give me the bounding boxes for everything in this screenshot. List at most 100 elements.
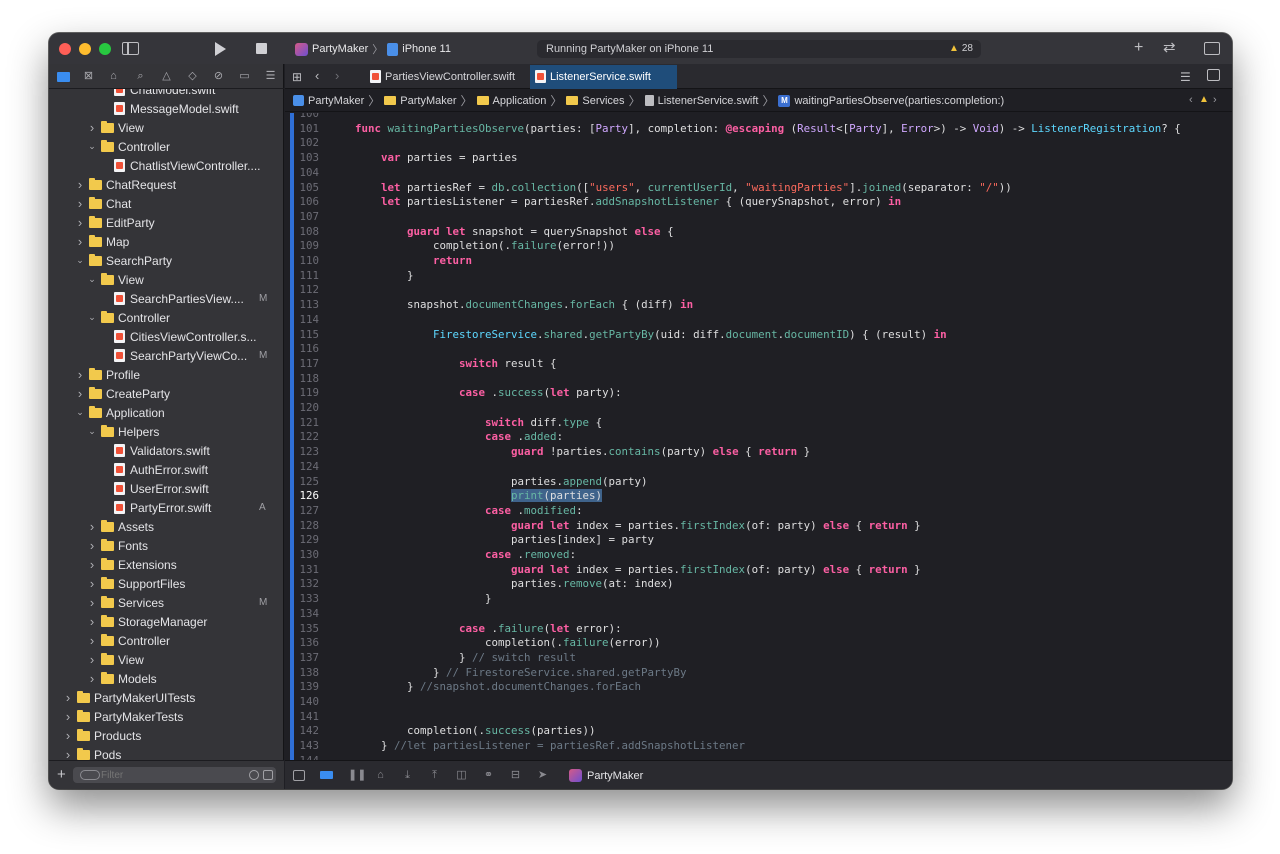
code-line[interactable]: 135 case .failure(let error): (285, 621, 1232, 636)
source-control-filter-icon[interactable] (263, 770, 273, 780)
code-review-icon[interactable]: ⇄ (1163, 40, 1176, 55)
inspector-toggle-icon[interactable] (1204, 42, 1220, 55)
code-line[interactable]: 143 } //let partiesListener = partiesRef… (285, 738, 1232, 753)
code-line[interactable]: 115 FirestoreService.shared.getPartyBy(u… (285, 327, 1232, 342)
scheme-selector[interactable]: PartyMaker 〉 iPhone 11 (295, 41, 451, 57)
source-control-tab-icon[interactable]: ⊠ (82, 70, 95, 83)
next-issue-icon[interactable]: › (1213, 94, 1217, 106)
code-line[interactable]: 107 (285, 209, 1232, 224)
tree-folder-row[interactable]: › Services M (49, 593, 284, 612)
project-navigator-tab-icon[interactable] (57, 72, 70, 82)
tree-file-row[interactable]: SearchPartiesView.... M (49, 289, 284, 308)
tree-folder-row[interactable]: › EditParty (49, 213, 284, 232)
code-line[interactable]: 106 let partiesListener = partiesRef.add… (285, 194, 1232, 209)
breadcrumb-file[interactable]: ListenerService.swift (644, 95, 758, 107)
tree-folder-row[interactable]: › Fonts (49, 536, 284, 555)
tree-folder-row[interactable]: ⌄ Controller (49, 308, 284, 327)
toggle-debug-area-icon[interactable] (293, 770, 305, 781)
related-items-icon[interactable]: ⊞ (292, 70, 302, 84)
code-line[interactable]: 141 (285, 709, 1232, 724)
tree-folder-row[interactable]: › View (49, 650, 284, 669)
stop-button[interactable] (256, 43, 267, 54)
code-line[interactable]: 101 func waitingPartiesObserve(parties: [… (285, 121, 1232, 136)
code-line[interactable]: 105 let partiesRef = db.collection(["use… (285, 180, 1232, 195)
tab-listener-service[interactable]: ListenerService.swift (530, 65, 677, 89)
tree-folder-row[interactable]: › Chat (49, 194, 284, 213)
breadcrumb-group[interactable]: Services (566, 95, 625, 107)
tree-folder-row[interactable]: › PartyMakerUITests (49, 688, 284, 707)
code-line[interactable]: 123 guard !parties.contains(party) else … (285, 444, 1232, 459)
go-back-icon[interactable]: ‹ (315, 69, 319, 83)
chevron-right-icon[interactable]: › (63, 747, 73, 760)
step-out-icon[interactable]: ⤒ (429, 770, 440, 781)
chevron-down-icon[interactable]: ⌄ (87, 141, 97, 152)
code-line[interactable]: 125 parties.append(party) (285, 474, 1232, 489)
add-file-button[interactable]: + (57, 767, 66, 782)
tree-folder-row[interactable]: › Extensions (49, 555, 284, 574)
chevron-right-icon[interactable]: › (87, 576, 97, 591)
chevron-right-icon[interactable]: › (87, 652, 97, 667)
chevron-down-icon[interactable]: ⌄ (87, 274, 97, 285)
tree-folder-row[interactable]: › Map (49, 232, 284, 251)
zoom-window-button[interactable] (99, 43, 111, 55)
code-line[interactable]: 116 (285, 341, 1232, 356)
add-editor-icon[interactable] (1207, 69, 1220, 81)
issue-warning-icon[interactable]: ▲ (1199, 94, 1209, 105)
editor-options-icon[interactable]: ☰ (1180, 70, 1191, 84)
breakpoint-navigator-tab-icon[interactable]: ▭ (238, 70, 251, 83)
chevron-right-icon[interactable]: › (63, 690, 73, 705)
chevron-right-icon[interactable]: › (75, 234, 85, 249)
pause-icon[interactable]: ❚❚ (348, 770, 366, 781)
tree-file-row[interactable]: Validators.swift (49, 441, 284, 460)
breadcrumb-group[interactable]: Application (476, 95, 546, 107)
tree-folder-row[interactable]: › Pods (49, 745, 284, 760)
breadcrumb-project[interactable]: PartyMaker (293, 95, 364, 107)
breakpoints-toggle-icon[interactable] (320, 771, 333, 779)
tree-file-row[interactable]: AuthError.swift (49, 460, 284, 479)
code-line[interactable]: 114 (285, 312, 1232, 327)
filter-options-icon[interactable] (80, 770, 100, 780)
chevron-down-icon[interactable]: ⌄ (87, 426, 97, 437)
code-line[interactable]: 132 parties.remove(at: index) (285, 576, 1232, 591)
tree-folder-row[interactable]: › StorageManager (49, 612, 284, 631)
tree-folder-row[interactable]: › Products (49, 726, 284, 745)
code-line[interactable]: 121 switch diff.type { (285, 415, 1232, 430)
code-line[interactable]: 108 guard let snapshot = querySnapshot e… (285, 224, 1232, 239)
tree-folder-row[interactable]: › SupportFiles (49, 574, 284, 593)
code-line[interactable]: 118 (285, 371, 1232, 386)
code-line[interactable]: 139 } //snapshot.documentChanges.forEach (285, 679, 1232, 694)
chevron-right-icon[interactable]: › (75, 367, 85, 382)
chevron-right-icon[interactable]: › (75, 386, 85, 401)
add-library-icon[interactable]: + (1134, 40, 1143, 56)
previous-issue-icon[interactable]: ‹ (1189, 94, 1193, 106)
tree-file-row[interactable]: UserError.swift (49, 479, 284, 498)
tree-file-row[interactable]: ChatlistViewController.... (49, 156, 284, 175)
code-line[interactable]: 104 (285, 165, 1232, 180)
step-over-icon[interactable]: ⌂ (375, 770, 386, 781)
debug-process-target[interactable]: PartyMaker (569, 769, 643, 782)
report-navigator-tab-icon[interactable]: ☰ (264, 70, 277, 83)
issue-navigator-tab-icon[interactable]: △ (160, 70, 173, 83)
tree-folder-row[interactable]: › CreateParty (49, 384, 284, 403)
chevron-right-icon[interactable]: › (63, 709, 73, 724)
tree-folder-row[interactable]: › Assets (49, 517, 284, 536)
code-line[interactable]: 142 completion(.success(parties)) (285, 723, 1232, 738)
recent-files-icon[interactable] (249, 770, 259, 780)
tree-folder-row[interactable]: ⌄ Application (49, 403, 284, 422)
chevron-right-icon[interactable]: › (87, 614, 97, 629)
simulate-location-icon[interactable]: ➤ (537, 770, 548, 781)
chevron-right-icon[interactable]: › (87, 557, 97, 572)
chevron-down-icon[interactable]: ⌄ (75, 255, 85, 266)
code-line[interactable]: 111 } (285, 268, 1232, 283)
navigator-toggle-icon[interactable] (122, 42, 139, 55)
chevron-right-icon[interactable]: › (75, 177, 85, 192)
code-line[interactable]: 130 case .removed: (285, 547, 1232, 562)
navigator-filter-input[interactable] (73, 767, 276, 783)
tree-folder-row[interactable]: › PartyMakerTests (49, 707, 284, 726)
tab-parties-view-controller[interactable]: PartiesViewController.swift (365, 65, 525, 89)
tree-file-row[interactable]: MessageModel.swift (49, 99, 284, 118)
memory-graph-icon[interactable]: ⚭ (483, 770, 494, 781)
tree-folder-row[interactable]: ⌄ Helpers (49, 422, 284, 441)
tree-file-row[interactable]: CitiesViewController.s... (49, 327, 284, 346)
code-line[interactable]: 110 return (285, 253, 1232, 268)
